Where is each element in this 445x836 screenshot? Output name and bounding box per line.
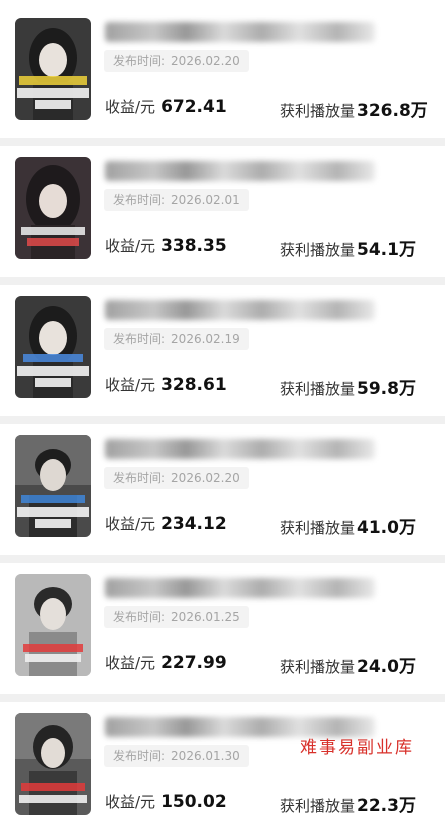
publish-date-label: 发布时间: [113,471,166,485]
list-item[interactable]: 发布时间: 2026.02.19 收益/元 328.61 获利播放量 59.8万 [0,278,445,417]
publish-date-label: 发布时间: [113,193,166,207]
video-title[interactable] [105,300,375,320]
plays-value: 54.1万 [357,240,416,260]
publish-date-label: 发布时间: [113,54,166,68]
video-thumbnail[interactable] [15,713,91,815]
list-item[interactable]: 发布时间: 2026.02.01 收益/元 338.35 获利播放量 54.1万 [0,139,445,278]
plays-value: 326.8万 [357,101,428,121]
list-item[interactable]: 发布时间: 2026.01.25 收益/元 227.99 获利播放量 24.0万 [0,556,445,695]
plays: 获利播放量 326.8万 [280,96,428,121]
income-label: 收益/元 [105,654,156,672]
video-thumbnail[interactable] [15,574,91,676]
list-item[interactable]: 发布时间: 2026.01.30 收益/元 150.02 获利播放量 22.3万 [0,695,445,834]
publish-date-tag: 发布时间: 2026.02.20 [104,50,249,72]
income-value: 227.99 [161,653,227,673]
publish-date: 2026.02.01 [171,193,240,207]
video-thumbnail[interactable] [15,296,91,398]
publish-date: 2026.01.25 [171,610,240,624]
income: 收益/元 234.12 [105,513,227,534]
plays-value: 59.8万 [357,379,416,399]
income-value: 672.41 [161,97,227,117]
video-thumbnail[interactable] [15,157,91,259]
plays-label: 获利播放量 [280,797,356,815]
publish-date-label: 发布时间: [113,332,166,346]
plays-value: 22.3万 [357,796,416,816]
income: 收益/元 227.99 [105,652,227,673]
plays-label: 获利播放量 [280,241,356,259]
plays: 获利播放量 54.1万 [280,235,416,260]
plays: 获利播放量 59.8万 [280,374,416,399]
plays: 获利播放量 24.0万 [280,652,416,677]
income: 收益/元 150.02 [105,791,227,812]
publish-date: 2026.01.30 [171,749,240,763]
income-label: 收益/元 [105,376,156,394]
thumbnail-image [15,713,91,815]
publish-date: 2026.02.20 [171,54,240,68]
income-label: 收益/元 [105,98,156,116]
plays-label: 获利播放量 [280,519,356,537]
thumbnail-image [15,18,91,120]
publish-date-tag: 发布时间: 2026.02.19 [104,328,249,350]
publish-date: 2026.02.20 [171,471,240,485]
income: 收益/元 338.35 [105,235,227,256]
video-title[interactable] [105,439,375,459]
income-label: 收益/元 [105,237,156,255]
plays-label: 获利播放量 [280,658,356,676]
video-thumbnail[interactable] [15,435,91,537]
video-title[interactable] [105,578,375,598]
list-item[interactable]: 发布时间: 2026.02.20 收益/元 234.12 获利播放量 41.0万 [0,417,445,556]
plays: 获利播放量 22.3万 [280,791,416,816]
publish-date-tag: 发布时间: 2026.01.25 [104,606,249,628]
video-title[interactable] [105,22,375,42]
plays: 获利播放量 41.0万 [280,513,416,538]
income-value: 328.61 [161,375,227,395]
income-value: 234.12 [161,514,227,534]
publish-date-label: 发布时间: [113,749,166,763]
thumbnail-image [15,574,91,676]
publish-date-tag: 发布时间: 2026.02.20 [104,467,249,489]
video-thumbnail[interactable] [15,18,91,120]
plays-value: 41.0万 [357,518,416,538]
income-value: 150.02 [161,792,227,812]
plays-value: 24.0万 [357,657,416,677]
publish-date-tag: 发布时间: 2026.01.30 [104,745,249,767]
video-title[interactable] [105,161,375,181]
thumbnail-image [15,435,91,537]
thumbnail-image [15,296,91,398]
income-value: 338.35 [161,236,227,256]
income-label: 收益/元 [105,515,156,533]
plays-label: 获利播放量 [280,102,356,120]
publish-date: 2026.02.19 [171,332,240,346]
thumbnail-image [15,157,91,259]
watermark-text: 难事易副业库 [300,738,414,758]
publish-date-label: 发布时间: [113,610,166,624]
income: 收益/元 328.61 [105,374,227,395]
publish-date-tag: 发布时间: 2026.02.01 [104,189,249,211]
list-item[interactable]: 发布时间: 2026.02.20 收益/元 672.41 获利播放量 326.8万 [0,0,445,139]
income-label: 收益/元 [105,793,156,811]
plays-label: 获利播放量 [280,380,356,398]
income: 收益/元 672.41 [105,96,227,117]
